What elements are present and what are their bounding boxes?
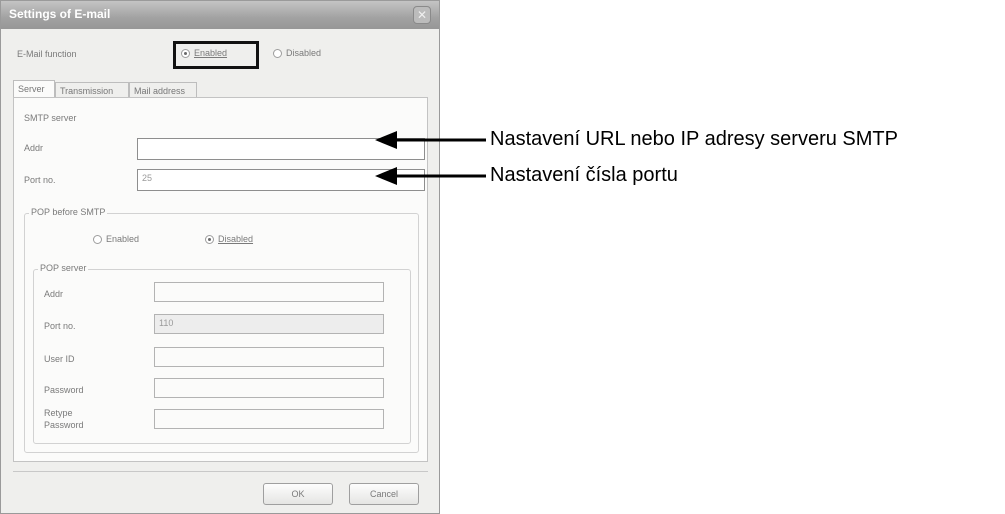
port-annotation: Nastavení čísla portu bbox=[490, 164, 678, 186]
port-arrowhead-icon bbox=[375, 167, 397, 185]
annotation-arrows bbox=[375, 131, 486, 185]
addr-annotation: Nastavení URL nebo IP adresy serveru SMT… bbox=[490, 128, 898, 150]
addr-arrowhead-icon bbox=[375, 131, 397, 149]
